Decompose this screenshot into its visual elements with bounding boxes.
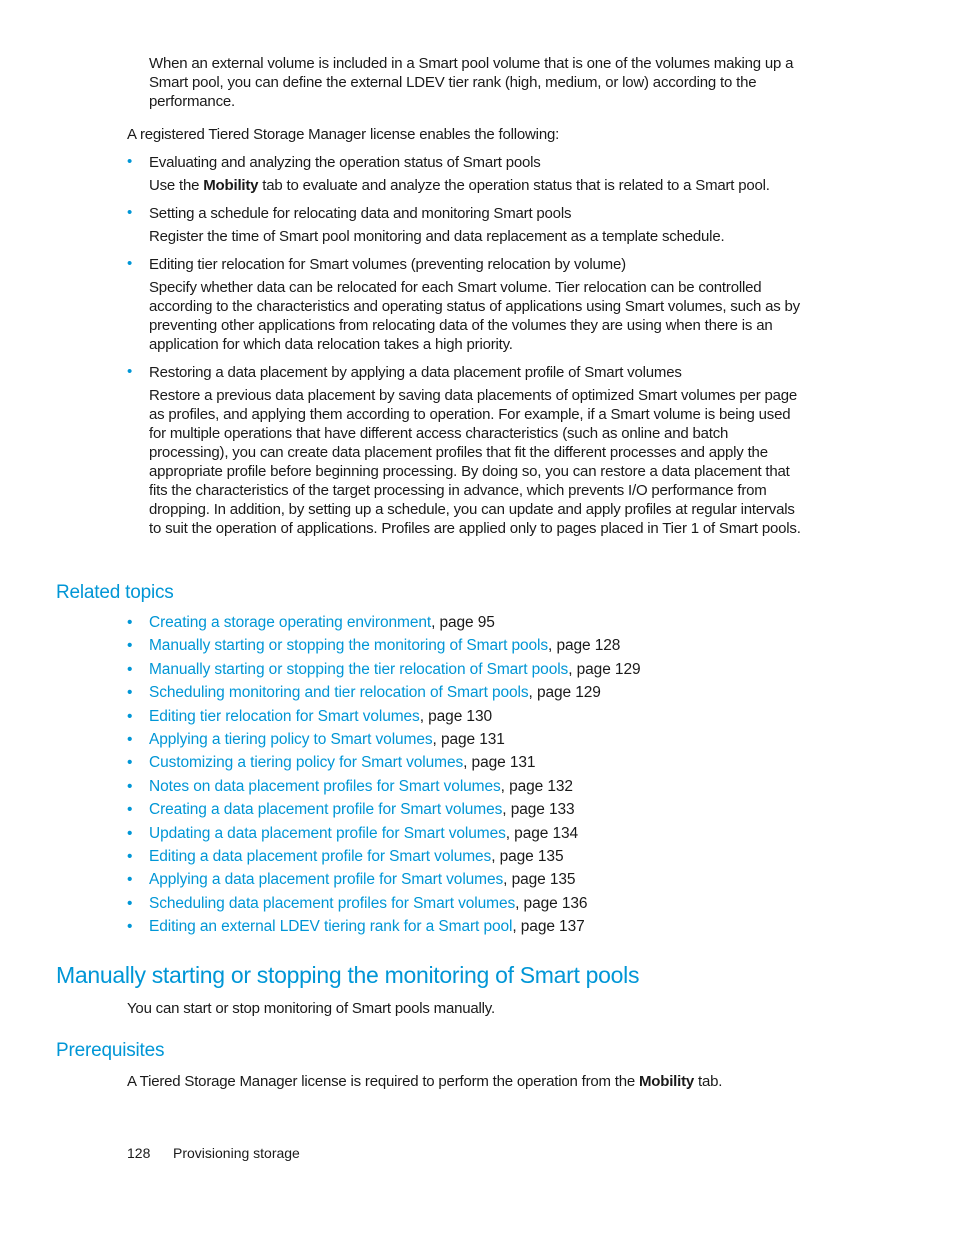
page-reference: , page 129 — [528, 684, 601, 702]
bullet-icon: • — [127, 777, 133, 795]
bullet-icon: • — [127, 918, 133, 936]
related-topic-link[interactable]: Creating a storage operating environment — [149, 614, 431, 631]
related-topic-item: • Updating a data placement profile for S… — [127, 824, 578, 844]
related-topic-item: • Notes on data placement profiles for Sm… — [127, 777, 573, 797]
desc-text: tab to evaluate and analyze the operatio… — [258, 177, 770, 194]
page-reference: , page 132 — [500, 777, 573, 795]
mobility-tab-label: Mobility — [638, 1073, 695, 1090]
bullet-icon: • — [127, 871, 133, 889]
feature-desc: Restore a previous data placement by sav… — [149, 387, 801, 537]
page-reference: , page 136 — [515, 894, 588, 912]
bullet-icon: • — [127, 731, 133, 748]
page-reference: , page 137 — [512, 918, 585, 936]
related-topic-item: • Applying a data placement profile for S… — [127, 870, 576, 890]
chapter-title: Provisioning storage — [173, 1145, 300, 1161]
page-reference: , page 130 — [419, 707, 492, 725]
related-topic-item: • Scheduling data placement profiles for … — [127, 894, 588, 914]
feature-desc: Specify whether data can be relocated fo… — [149, 279, 800, 353]
related-topic-link[interactable]: Manually starting or stopping the monito… — [149, 637, 548, 654]
page-reference: , page 129 — [568, 660, 641, 678]
related-topic-item: • Editing tier relocation for Smart volum… — [127, 707, 492, 727]
feature-desc: Register the time of Smart pool monitori… — [149, 228, 725, 245]
prereq-text: A Tiered Storage Manager license is requ… — [127, 1073, 639, 1090]
page-reference: , page 134 — [505, 824, 579, 842]
related-topic-item: • Creating a storage operating environmen… — [127, 613, 495, 633]
section-intro: You can start or stop monitoring of Smar… — [127, 1000, 495, 1017]
bullet-icon: • — [127, 153, 133, 170]
related-topic-item: • Scheduling monitoring and tier relocati… — [127, 683, 601, 703]
section-title: Manually starting or stopping the monito… — [56, 962, 640, 988]
bullet-icon: • — [127, 660, 133, 678]
related-topic-item: • Manually starting or stopping the tier … — [127, 660, 641, 680]
related-topic-item: • Editing an external LDEV tiering rank f… — [127, 917, 585, 937]
page-reference: , page 128 — [548, 637, 621, 655]
page-reference: , page 135 — [491, 848, 564, 865]
bullet-icon: • — [127, 707, 133, 725]
mobility-tab-label: Mobility — [203, 177, 259, 194]
related-topic-item: • Manually starting or stopping the monit… — [127, 636, 620, 656]
feature-title: Setting a schedule for relocating data a… — [149, 205, 572, 222]
feature-title: Evaluating and analyzing the operation s… — [149, 154, 541, 171]
related-topic-item: • Creating a data placement profile for S… — [127, 800, 575, 820]
related-topic-link[interactable]: Notes on data placement profiles for Sma… — [149, 778, 501, 795]
page-number: 128 — [127, 1145, 151, 1161]
feature-title: Restoring a data placement by applying a… — [149, 364, 682, 381]
page-reference: , page 131 — [432, 731, 505, 748]
page-reference: , page 135 — [503, 871, 576, 889]
related-topic-link[interactable]: Editing tier relocation for Smart volume… — [149, 708, 420, 725]
related-topic-item: • Editing a data placement profile for Sm… — [127, 847, 564, 867]
license-intro: A registered Tiered Storage Manager lice… — [127, 126, 560, 143]
related-topic-link[interactable]: Customizing a tiering policy for Smart v… — [149, 754, 463, 771]
bullet-icon: • — [127, 255, 133, 272]
related-topic-item: • Applying a tiering policy to Smart volu… — [127, 730, 505, 750]
bullet-icon: • — [127, 204, 133, 221]
bullet-icon: • — [127, 637, 133, 655]
prereq-text: tab. — [694, 1073, 723, 1090]
related-topic-link[interactable]: Editing a data placement profile for Sma… — [149, 848, 491, 865]
related-topic-link[interactable]: Manually starting or stopping the tier r… — [149, 661, 568, 678]
desc-text: Use the — [149, 177, 204, 194]
bullet-icon: • — [127, 848, 133, 865]
bullet-icon: • — [127, 824, 133, 842]
related-topic-link[interactable]: Creating a data placement profile for Sm… — [149, 801, 502, 818]
bullet-icon: • — [127, 684, 133, 702]
page-reference: , page 131 — [463, 754, 536, 772]
related-topic-link[interactable]: Editing an external LDEV tiering rank fo… — [149, 918, 512, 935]
bullet-icon: • — [127, 363, 133, 380]
bullet-icon: • — [127, 801, 133, 819]
page-reference: , page 95 — [431, 614, 495, 631]
related-topics-heading: Related topics — [56, 582, 174, 603]
related-topic-link[interactable]: Applying a tiering policy to Smart volum… — [149, 731, 433, 748]
related-topic-link[interactable]: Scheduling data placement profiles for S… — [149, 895, 515, 912]
related-topic-item: • Customizing a tiering policy for Smart … — [127, 753, 536, 773]
bullet-icon: • — [127, 754, 133, 772]
related-topic-link[interactable]: Applying a data placement profile for Sm… — [149, 871, 503, 888]
page-reference: , page 133 — [502, 801, 575, 819]
feature-desc: Use the Mobility tab to evaluate and ana… — [149, 176, 809, 195]
note-paragraph: When an external volume is included in a… — [149, 55, 794, 110]
prerequisites-heading: Prerequisites — [56, 1040, 165, 1061]
bullet-icon: • — [127, 894, 133, 912]
related-topic-link[interactable]: Updating a data placement profile for Sm… — [149, 825, 506, 842]
prerequisites-text: A Tiered Storage Manager license is requ… — [127, 1072, 722, 1091]
feature-title: Editing tier relocation for Smart volume… — [149, 256, 626, 273]
related-topic-link[interactable]: Scheduling monitoring and tier relocatio… — [149, 684, 529, 701]
bullet-icon: • — [127, 614, 133, 631]
